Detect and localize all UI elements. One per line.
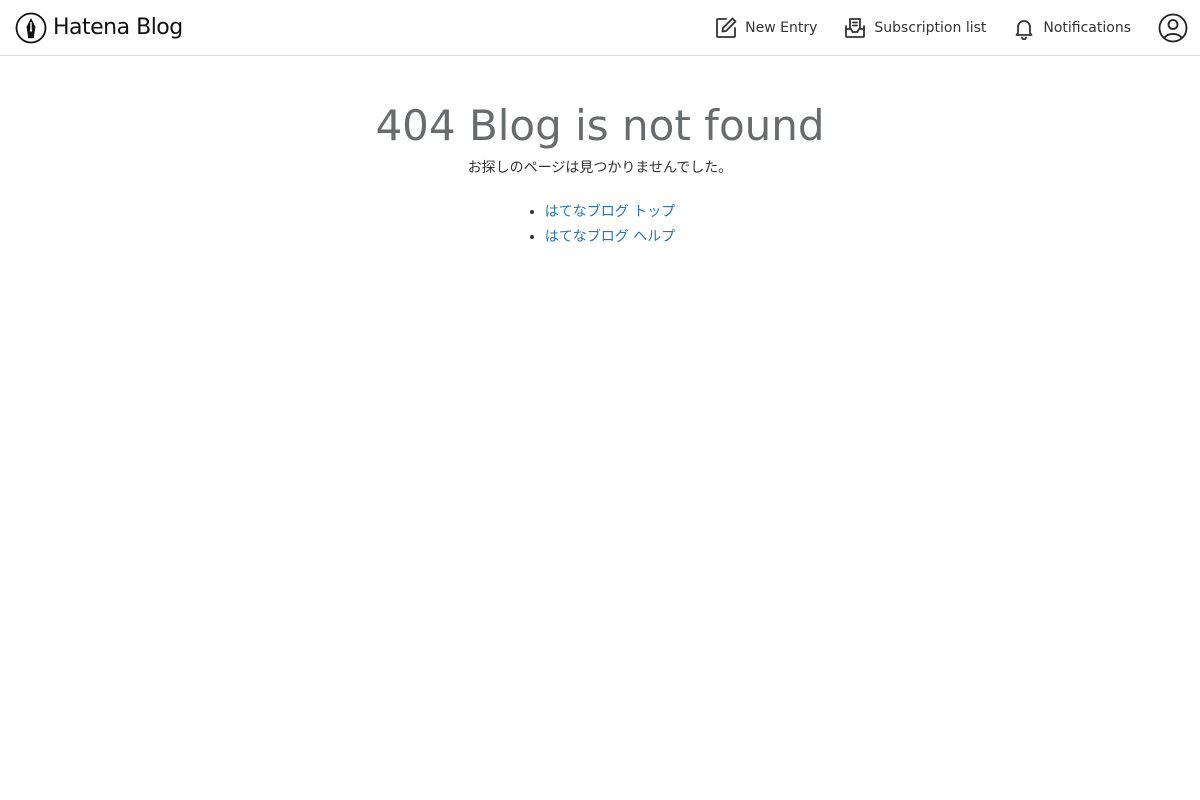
subscription-list-label: Subscription list (874, 20, 987, 36)
pen-nib-icon (15, 12, 47, 44)
not-found-message: お探しのページは見つかりませんでした。 (467, 160, 733, 176)
logo-text: Hatena Blog (53, 15, 183, 40)
global-header: Hatena Blog New Entry Subscription list (0, 0, 1200, 56)
header-nav: New Entry Subscription list Notification… (701, 0, 1200, 56)
subscription-list-button[interactable]: Subscription list (830, 0, 999, 56)
hatena-blog-help-link[interactable]: はてなブログ ヘルプ (545, 229, 675, 245)
help-links-list: はてなブログ トップ はてなブログ ヘルプ (525, 200, 675, 250)
user-icon (1158, 13, 1188, 43)
notifications-button[interactable]: Notifications (999, 0, 1144, 56)
hatena-blog-top-link[interactable]: はてなブログ トップ (545, 204, 675, 220)
notifications-label: Notifications (1043, 20, 1131, 36)
new-entry-label: New Entry (745, 20, 818, 36)
hatena-blog-logo[interactable]: Hatena Blog (15, 12, 183, 44)
page-title: 404 Blog is not found (375, 101, 825, 150)
list-item: はてなブログ トップ (545, 200, 675, 225)
new-entry-button[interactable]: New Entry (701, 0, 830, 56)
list-item: はてなブログ ヘルプ (545, 225, 675, 250)
bell-icon (1015, 20, 1033, 40)
main-content: 404 Blog is not found お探しのページは見つかりませんでした… (0, 56, 1200, 250)
edit-icon (716, 17, 737, 38)
user-menu-button[interactable] (1144, 0, 1200, 56)
inbox-icon (845, 18, 866, 38)
